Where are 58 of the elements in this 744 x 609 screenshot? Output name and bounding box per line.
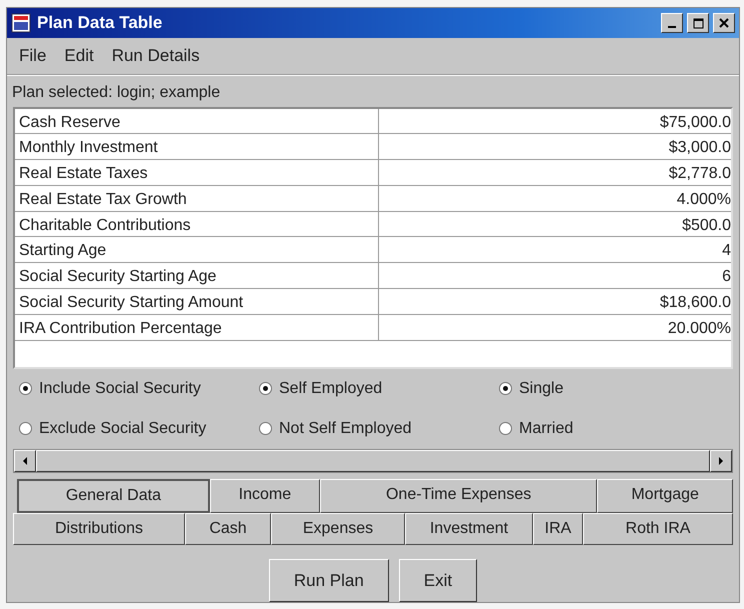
left-arrow-icon [22,456,28,464]
table-cell: Social Security Starting Amount [15,289,379,314]
menu-item[interactable]: File [19,43,46,68]
menu-item[interactable]: Run Details [112,43,200,68]
tab[interactable]: Roth IRA [583,512,733,544]
table-cell: Social Security Starting Age [15,263,379,288]
radio-button[interactable] [259,382,272,395]
close-button[interactable] [713,13,735,33]
radio-button[interactable] [499,382,512,395]
table-cell: Cash Reserve [15,108,379,134]
push-button[interactable]: Run Plan [268,558,389,602]
minimize-icon [668,26,676,28]
table-cell-text: $75,000.0 [658,112,731,132]
table-cell: IRA Contribution Percentage [15,314,379,340]
tab[interactable]: Cash [185,512,271,544]
table-cell: Monthly Investment [15,134,379,160]
table-cell-text: $500.0 [681,216,731,236]
radio-label[interactable]: Single [519,376,564,400]
push-button[interactable]: Exit [398,558,478,602]
radio-button[interactable] [19,382,32,395]
tab[interactable]: Income [210,478,320,512]
table-cell-text: $18,600.0 [658,293,731,314]
radio-label[interactable]: Self Employed [279,376,382,400]
status-label: Plan selected: login; example [11,82,222,102]
radio-label[interactable]: Not Self Employed [279,416,412,440]
radio-label[interactable]: Include Social Security [39,376,201,400]
maximize-button[interactable] [687,13,709,33]
close-icon [719,18,729,28]
tab[interactable]: IRA [533,512,583,544]
window-icon [11,13,31,33]
tab[interactable]: One-Time Expenses [320,478,598,512]
maximize-icon [692,18,704,28]
radio-button[interactable] [259,422,272,435]
table-cell: Starting Age [15,237,379,262]
tab[interactable]: Investment [405,512,533,544]
table-cell-text: $3,000.0 [668,138,731,158]
radio-button[interactable] [499,422,512,435]
radio-button[interactable] [19,422,32,435]
scroll-left-button[interactable] [14,450,36,472]
window-title: Plan Data Table [37,12,162,34]
table-cell-text: 4.000% [676,190,731,210]
right-arrow-icon [718,456,724,464]
table-cell: Real Estate Tax Growth [15,186,379,211]
radio-label[interactable]: Exclude Social Security [39,416,206,440]
minimize-button[interactable] [661,13,683,33]
table-cell-text: 20.000% [666,318,731,339]
tab[interactable]: Distributions [13,512,185,544]
tab[interactable]: Expenses [271,512,405,544]
table-cell-text: $2,778.0 [668,164,731,184]
table-cell: Charitable Contributions [15,212,379,236]
scroll-right-button[interactable] [710,450,732,472]
tab[interactable]: General Data [17,478,210,512]
radio-label[interactable]: Married [519,416,574,440]
table-cell-text: 4 [721,241,731,262]
tab[interactable]: Mortgage [597,478,734,512]
menu-item[interactable]: Edit [64,43,94,68]
table-cell: Real Estate Taxes [15,160,379,185]
table-cell-text: 6 [721,267,731,288]
